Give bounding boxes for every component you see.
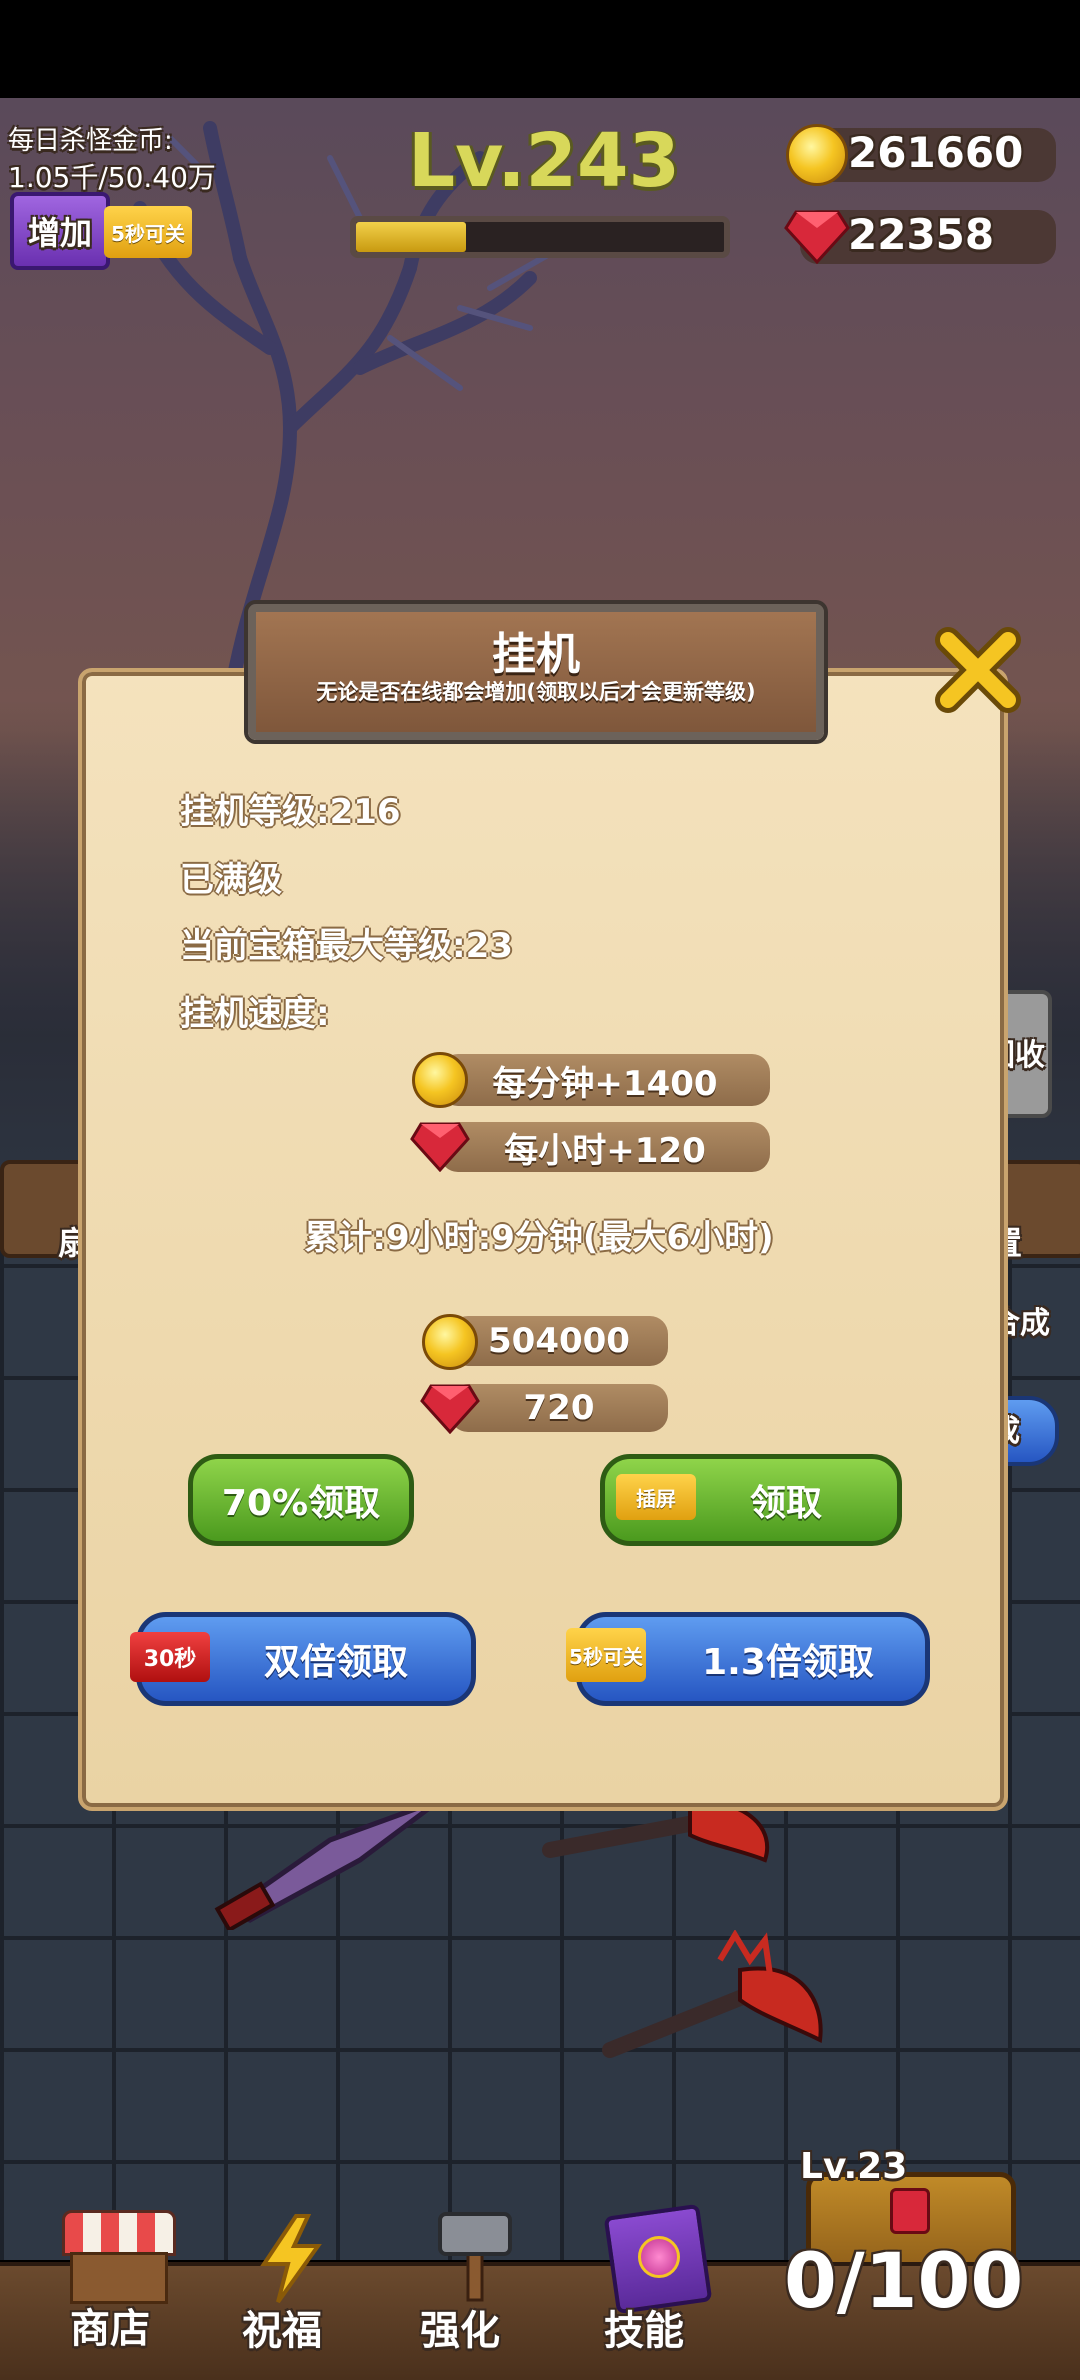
idle-level-text: 挂机等级:216 (180, 792, 401, 832)
chest-level: Lv.23 (800, 2146, 908, 2187)
gold-rate-bar: 每分钟+1400 (440, 1054, 770, 1106)
gem-rate-icon (410, 1122, 470, 1172)
claim-label: 领取 (749, 1483, 822, 1524)
hammer-icon (438, 2212, 512, 2302)
max-level-text: 已满级 (180, 860, 282, 900)
nav-shop-label: 商店 (70, 2306, 150, 2352)
chest-count: 0/100 (784, 2236, 1024, 2325)
close-icon[interactable] (930, 622, 1026, 718)
level-progress-bar (350, 216, 730, 258)
claim-70-label: 70%领取 (221, 1483, 381, 1524)
player-level: Lv.243 (408, 118, 680, 204)
gem-amount: 22358 (848, 210, 995, 259)
nav-enhance[interactable]: 强化 (414, 2206, 534, 2364)
lightning-icon (260, 2214, 322, 2304)
reward-gem-amount: 720 (523, 1388, 595, 1428)
video-ad-30s-icon: 30秒 (130, 1632, 210, 1682)
reward-gold-coin-icon (422, 1314, 478, 1370)
nav-shop[interactable]: 商店 (56, 2210, 176, 2360)
video-30s-text: 30秒 (143, 1647, 197, 1672)
nav-skills-label: 技能 (604, 2308, 684, 2354)
video-ad-5s-icon: 5秒可关 (566, 1628, 646, 1682)
accumulated-time: 累计:9小时:9分钟(最大6小时) (304, 1218, 774, 1258)
daily-kill-gold-value: 1.05千/50.40万 (8, 161, 216, 194)
floor-sword-item[interactable] (210, 1790, 470, 1930)
interstitial-badge-text: 插屏 (636, 1486, 676, 1511)
video-ad-badge-top[interactable]: 5秒可关 (104, 206, 192, 258)
video-5s-text: 5秒可关 (569, 1644, 643, 1669)
chest-lock-icon (890, 2188, 930, 2234)
dialog-subtitle: 无论是否在线都会增加(领取以后才会更新等级) (316, 680, 756, 704)
skill-orb-icon (638, 2236, 680, 2278)
gold-amount: 261660 (848, 128, 1024, 177)
level-progress-fill (356, 222, 467, 252)
reward-gem-icon (420, 1384, 480, 1434)
idle-speed-label: 挂机速度: (180, 994, 330, 1034)
double-claim-label: 双倍领取 (263, 1642, 408, 1683)
gold-rate-text: 每分钟+1400 (492, 1063, 718, 1104)
interstitial-video-icon: 插屏 (616, 1474, 696, 1520)
video-camera-icon: 5秒可关 (111, 221, 185, 246)
nav-enhance-label: 强化 (420, 2308, 500, 2354)
reward-gem-bar: 720 (450, 1384, 668, 1432)
add-gold-button[interactable]: 增加 (10, 192, 110, 270)
gold-rate-coin-icon (412, 1052, 468, 1108)
claim-70-percent-button[interactable]: 70%领取 (188, 1454, 414, 1546)
nav-bless-label: 祝福 (242, 2308, 322, 2354)
add-gold-label: 增加 (27, 214, 92, 252)
nav-skills[interactable]: 技能 (596, 2203, 716, 2364)
x13-claim-label: 1.3倍领取 (702, 1642, 874, 1683)
gold-coin-icon (786, 124, 848, 186)
gem-icon (784, 210, 850, 264)
reward-gold-amount: 504000 (488, 1321, 630, 1361)
floor-axe-item-2[interactable] (600, 1930, 830, 2070)
chest-max-level-text: 当前宝箱最大等级:23 (180, 926, 513, 966)
reward-gold-bar: 504000 (450, 1316, 668, 1366)
shop-icon (62, 2210, 176, 2256)
gem-rate-text: 每小时+120 (504, 1130, 706, 1171)
dialog-title: 挂机 (492, 629, 580, 680)
gem-rate-bar: 每小时+120 (440, 1122, 770, 1172)
nav-bless[interactable]: 祝福 (236, 2214, 346, 2364)
daily-kill-gold-label: 每日杀怪金币: (8, 126, 173, 156)
